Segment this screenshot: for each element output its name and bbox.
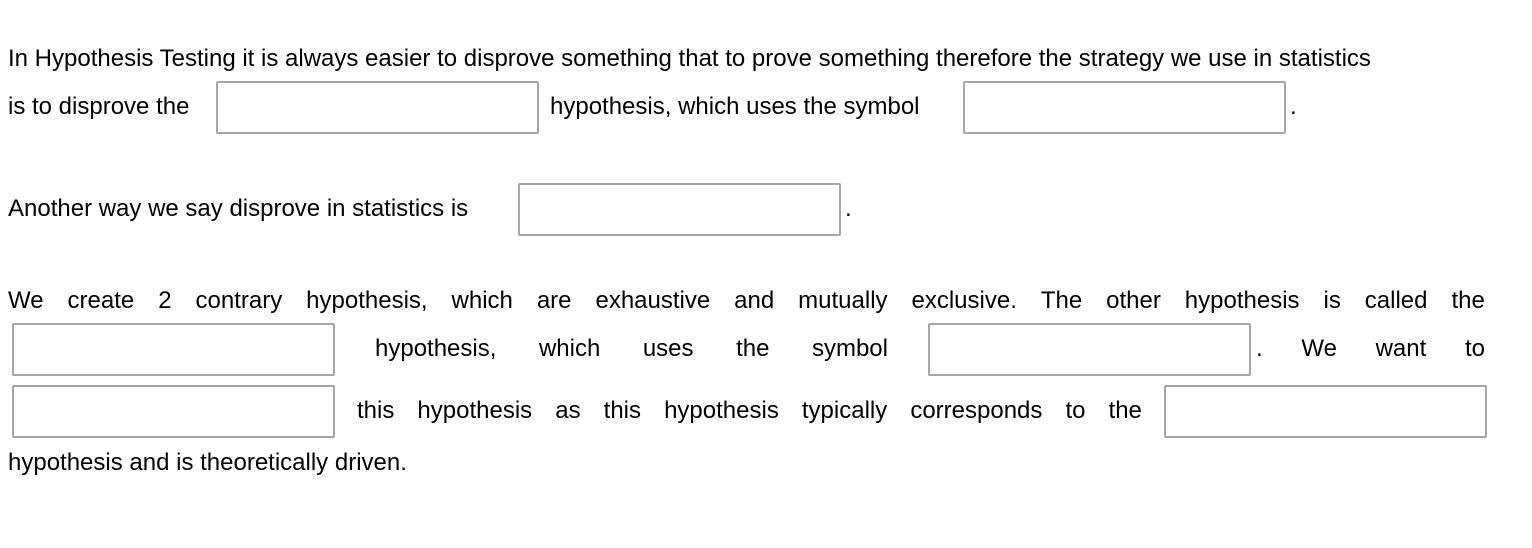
word: symbol — [811, 335, 888, 362]
word: and — [734, 287, 775, 314]
word: 2 — [158, 287, 172, 314]
word: The — [1040, 287, 1083, 314]
alternative-hypothesis-symbol-input[interactable] — [928, 323, 1251, 376]
null-hypothesis-symbol-input[interactable] — [963, 81, 1286, 134]
word: are — [536, 287, 572, 314]
word: We — [8, 287, 44, 314]
word: which — [538, 335, 601, 362]
alternative-hypothesis-name-input[interactable] — [12, 323, 335, 376]
paragraph2-period: . — [845, 195, 852, 222]
word: exhaustive — [595, 287, 711, 314]
word: contrary — [195, 287, 283, 314]
paragraph3-line1: We create 2 contrary hypothesis, which are exha… — [8, 287, 1485, 315]
word: mutually — [798, 287, 888, 314]
research-hypothesis-input[interactable] — [1164, 385, 1487, 438]
paragraph3-line2: hypothesis, which uses the symbol — [375, 335, 888, 363]
word: to — [1065, 397, 1086, 424]
word: exclusive. — [911, 287, 1017, 314]
disprove-synonym-input[interactable] — [518, 183, 841, 236]
word: hypothesis — [1184, 287, 1300, 314]
paragraph2-text: Another way we say disprove in statistic… — [8, 195, 469, 222]
paragraph3-line4: hypothesis and is theoretically driven. — [8, 449, 407, 476]
word: create — [67, 287, 135, 314]
word: the — [736, 335, 770, 362]
word: corresponds — [910, 397, 1043, 424]
paragraph1-line2-before: is to disprove the — [8, 93, 190, 120]
word: typically — [801, 397, 888, 424]
word: is — [1323, 287, 1341, 314]
word: other — [1106, 287, 1161, 314]
word: as — [555, 397, 581, 424]
word: hypothesis, — [375, 335, 497, 362]
word: We — [1301, 335, 1337, 362]
word: this — [603, 397, 642, 424]
word: hypothesis — [664, 397, 779, 424]
word: called — [1364, 287, 1428, 314]
word: which — [451, 287, 513, 314]
paragraph1-period: . — [1290, 93, 1297, 120]
word: hypothesis, — [306, 287, 428, 314]
null-hypothesis-name-input[interactable] — [216, 81, 539, 134]
word: want — [1375, 335, 1427, 362]
word: hypothesis — [417, 397, 533, 424]
word: to — [1464, 335, 1485, 362]
word: uses — [642, 335, 694, 362]
word: the — [1108, 397, 1142, 424]
word: the — [1451, 287, 1485, 314]
paragraph1-line1: In Hypothesis Testing it is always easie… — [8, 45, 1371, 72]
paragraph1-line2-middle: hypothesis, which uses the symbol — [550, 93, 920, 120]
word: this — [357, 397, 395, 424]
word: . — [1256, 335, 1263, 362]
hypothesis-action-input[interactable] — [12, 385, 335, 438]
paragraph3-line3: this hypothesis as this hypothesis typically c… — [357, 397, 1142, 425]
paragraph3-line2-end: . We want to — [1256, 335, 1485, 363]
